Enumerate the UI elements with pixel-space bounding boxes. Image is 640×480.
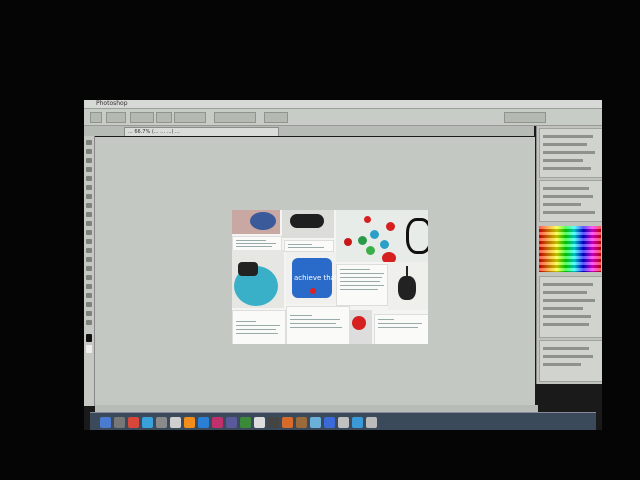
caption-card <box>286 306 350 344</box>
caption-card <box>284 240 334 252</box>
history-panel[interactable] <box>539 340 602 382</box>
app-icon[interactable] <box>310 417 321 428</box>
app-icon[interactable] <box>240 417 251 428</box>
photo-cell <box>282 210 334 238</box>
photo-object <box>398 276 416 300</box>
caption-card <box>232 310 286 344</box>
layers-panel[interactable] <box>539 128 602 178</box>
brush-tool-icon[interactable] <box>86 203 92 208</box>
properties-panel[interactable] <box>539 276 602 338</box>
option-control[interactable] <box>156 112 172 123</box>
safari-icon[interactable] <box>142 417 153 428</box>
move-tool-icon[interactable] <box>86 140 92 145</box>
foreground-color-swatch[interactable] <box>86 334 92 342</box>
tool-preset-button[interactable] <box>90 112 102 123</box>
app-icon[interactable] <box>296 417 307 428</box>
document-tab[interactable]: ... 66.7% (... … ...) ... <box>124 127 279 136</box>
option-control[interactable] <box>214 112 256 123</box>
blur-tool-icon[interactable] <box>86 248 92 253</box>
photo-cell <box>350 310 372 344</box>
photo-object <box>406 218 428 254</box>
shape-tool-icon[interactable] <box>86 293 92 298</box>
option-control[interactable] <box>130 112 154 123</box>
app-icon[interactable] <box>170 417 181 428</box>
app-icon[interactable] <box>324 417 335 428</box>
mac-dock <box>90 412 596 430</box>
artboard[interactable]: achieve that <box>232 210 428 344</box>
panel-dock <box>536 126 602 384</box>
molecule-ball <box>358 236 367 245</box>
dodge-tool-icon[interactable] <box>86 257 92 262</box>
photo-object <box>238 262 258 276</box>
document-canvas[interactable]: achieve that <box>95 137 535 405</box>
monitor-screen: Photoshop ... 66.7% (... … ...) ... achi… <box>84 100 602 430</box>
app-icon[interactable] <box>254 417 265 428</box>
lasso-tool-icon[interactable] <box>86 158 92 163</box>
option-control[interactable] <box>264 112 288 123</box>
workspace-switcher[interactable] <box>504 112 546 123</box>
photo-cell <box>232 250 284 308</box>
path-selection-tool-icon[interactable] <box>86 284 92 289</box>
trash-icon[interactable] <box>366 417 377 428</box>
document-tabs: ... 66.7% (... … ...) ... <box>84 126 534 136</box>
photo-object <box>290 214 324 228</box>
swatches-grid <box>539 226 601 272</box>
app-menubar: Photoshop <box>84 100 602 109</box>
eraser-tool-icon[interactable] <box>86 230 92 235</box>
app-title: Photoshop <box>96 100 128 107</box>
molecule-ball <box>364 216 371 223</box>
molecule-ball <box>366 246 375 255</box>
molecule-ball <box>370 230 379 239</box>
molecule-ball <box>386 222 395 231</box>
app-icon[interactable] <box>226 417 237 428</box>
photo-object <box>250 212 276 230</box>
marquee-tool-icon[interactable] <box>86 149 92 154</box>
app-icon[interactable] <box>268 417 279 428</box>
3d-tool-icon[interactable] <box>86 302 92 307</box>
photo-cell <box>232 210 280 234</box>
indesign-icon[interactable] <box>212 417 223 428</box>
option-control[interactable] <box>106 112 126 123</box>
healing-tool-icon[interactable] <box>86 194 92 199</box>
illustrator-icon[interactable] <box>184 417 195 428</box>
history-brush-tool-icon[interactable] <box>86 221 92 226</box>
crop-tool-icon[interactable] <box>86 176 92 181</box>
caption-card <box>336 264 388 306</box>
zoom-tool-icon[interactable] <box>86 320 92 325</box>
molecule-ball <box>344 238 352 246</box>
options-bar <box>84 109 602 126</box>
hand-tool-icon[interactable] <box>86 311 92 316</box>
caption-card <box>374 314 428 344</box>
photo-cell <box>336 210 428 262</box>
photoshop-icon[interactable] <box>198 417 209 428</box>
overlay-text: achieve that <box>294 274 336 282</box>
chrome-icon[interactable] <box>128 417 139 428</box>
app-icon[interactable] <box>282 417 293 428</box>
app-icon[interactable] <box>352 417 363 428</box>
background-color-swatch[interactable] <box>86 345 92 353</box>
status-bar <box>95 405 538 412</box>
pen-tool-icon[interactable] <box>86 266 92 271</box>
gradient-tool-icon[interactable] <box>86 239 92 244</box>
stamp-tool-icon[interactable] <box>86 212 92 217</box>
option-control[interactable] <box>174 112 206 123</box>
app-icon[interactable] <box>338 417 349 428</box>
wand-tool-icon[interactable] <box>86 167 92 172</box>
molecule-ball <box>380 240 389 249</box>
photo-cell: achieve that <box>286 252 336 304</box>
photo-cell <box>388 262 428 310</box>
photo-object <box>352 316 366 330</box>
finder-icon[interactable] <box>100 417 111 428</box>
type-tool-icon[interactable] <box>86 275 92 280</box>
adjustments-panel[interactable] <box>539 180 602 222</box>
eyedropper-tool-icon[interactable] <box>86 185 92 190</box>
molecule-ball <box>382 252 396 262</box>
photo-object <box>406 266 408 278</box>
app-icon[interactable] <box>156 417 167 428</box>
launchpad-icon[interactable] <box>114 417 125 428</box>
toolbox <box>84 136 95 406</box>
photo-object <box>310 288 316 294</box>
